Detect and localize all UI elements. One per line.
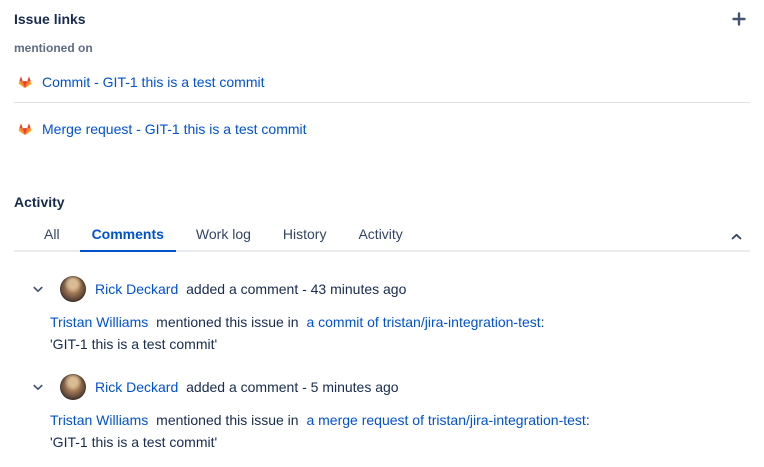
jira-issue-panel: Issue links mentioned on Commit - GIT-1 …: [0, 0, 764, 467]
merge-request-link[interactable]: a merge request of tristan/jira-integrat…: [306, 412, 585, 428]
comment-header: Rick Deckard added a comment - 5 minutes…: [0, 374, 764, 400]
activity-title: Activity: [14, 194, 65, 210]
mention-user-link[interactable]: Tristan Williams: [50, 412, 148, 428]
divider: [14, 102, 750, 103]
issue-links-group-label: mentioned on: [14, 41, 93, 55]
comment-header: Rick Deckard added a comment - 43 minute…: [0, 276, 764, 302]
issue-links-title: Issue links: [14, 11, 86, 27]
comment-body: Tristan Williams mentioned this issue in…: [50, 311, 764, 355]
issue-link-commit[interactable]: Commit - GIT-1 this is a test commit: [42, 74, 264, 90]
comment-action-text: added a comment - 43 minutes ago: [186, 281, 406, 297]
issue-link-merge-request[interactable]: Merge request - GIT-1 this is a test com…: [42, 121, 307, 137]
mention-user-link[interactable]: Tristan Williams: [50, 314, 148, 330]
comment-action-text: added a comment - 5 minutes ago: [186, 379, 398, 395]
issue-link-row: Commit - GIT-1 this is a test commit: [14, 63, 750, 101]
collapse-comment-button[interactable]: [30, 379, 46, 395]
issue-link-row: Merge request - GIT-1 this is a test com…: [14, 110, 750, 148]
tab-history[interactable]: History: [271, 220, 339, 252]
comment-meta: Rick Deckard added a comment - 5 minutes…: [95, 379, 399, 395]
activity-tabstrip: All Comments Work log History Activity: [14, 220, 750, 252]
author-link[interactable]: Rick Deckard: [95, 379, 178, 395]
chevron-down-icon: [33, 384, 43, 391]
comment-quote-line: 'GIT-1 this is a test commit': [50, 431, 764, 453]
collapse-activity-button[interactable]: [726, 228, 746, 244]
plus-icon: [732, 12, 746, 26]
collapse-comment-button[interactable]: [30, 281, 46, 297]
tab-work-log[interactable]: Work log: [184, 220, 263, 252]
gitlab-icon: [14, 72, 36, 93]
comment-body-colon: :: [541, 314, 545, 330]
comment-body: Tristan Williams mentioned this issue in…: [50, 409, 764, 453]
avatar[interactable]: [60, 276, 86, 302]
comment-quote-line: 'GIT-1 this is a test commit': [50, 333, 764, 355]
add-issue-link-button[interactable]: [728, 8, 750, 30]
comment-meta: Rick Deckard added a comment - 43 minute…: [95, 281, 406, 297]
tab-activity[interactable]: Activity: [346, 220, 414, 252]
tab-all[interactable]: All: [32, 220, 72, 252]
gitlab-icon: [14, 119, 36, 140]
commit-link[interactable]: a commit of tristan/jira-integration-tes…: [306, 314, 540, 330]
comment-body-line: Tristan Williams mentioned this issue in…: [50, 409, 764, 431]
comment-body-colon: :: [586, 412, 590, 428]
author-link[interactable]: Rick Deckard: [95, 281, 178, 297]
comment-body-line: Tristan Williams mentioned this issue in…: [50, 311, 764, 333]
comment-body-text: mentioned this issue in: [156, 412, 298, 428]
comment-body-text: mentioned this issue in: [156, 314, 298, 330]
comment-item: Rick Deckard added a comment - 5 minutes…: [0, 374, 764, 453]
chevron-up-icon: [731, 233, 742, 240]
comment-item: Rick Deckard added a comment - 43 minute…: [0, 276, 764, 355]
avatar[interactable]: [60, 374, 86, 400]
tab-comments[interactable]: Comments: [80, 220, 176, 252]
chevron-down-icon: [33, 286, 43, 293]
